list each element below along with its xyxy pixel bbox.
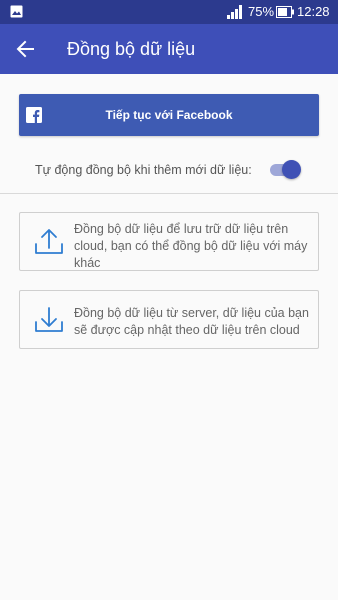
battery-icon [276,6,294,18]
battery-percent: 75% [248,4,275,19]
sync-download-card[interactable]: Đồng bộ dữ liệu từ server, dữ liệu của b… [19,290,319,349]
app-bar: Đồng bộ dữ liệu [0,24,338,74]
status-time: 12:28 [297,4,330,19]
download-icon [35,307,63,332]
toggle-thumb [282,160,301,179]
auto-sync-label: Tự động đồng bộ khi thêm mới dữ liệu: [35,163,252,177]
auto-sync-row: Tự động đồng bộ khi thêm mới dữ liệu: [0,158,338,182]
auto-sync-toggle[interactable] [270,160,302,179]
divider [0,193,338,194]
signal-icon [227,5,242,19]
upload-icon [35,229,63,254]
facebook-button-label: Tiếp tục với Facebook [105,108,233,122]
page-title: Đồng bộ dữ liệu [67,39,196,59]
sync-upload-text: Đồng bộ dữ liệu để lưu trữ dữ liệu trên … [74,222,308,270]
back-button[interactable] [10,35,40,63]
facebook-login-button[interactable]: Tiếp tục với Facebook [19,94,319,136]
sync-download-text: Đồng bộ dữ liệu từ server, dữ liệu của b… [74,306,309,337]
status-bar: 75% 12:28 [0,0,338,24]
gallery-icon [10,5,23,18]
arrow-back-icon [16,40,34,58]
sync-upload-card[interactable]: Đồng bộ dữ liệu để lưu trữ dữ liệu trên … [19,212,319,271]
